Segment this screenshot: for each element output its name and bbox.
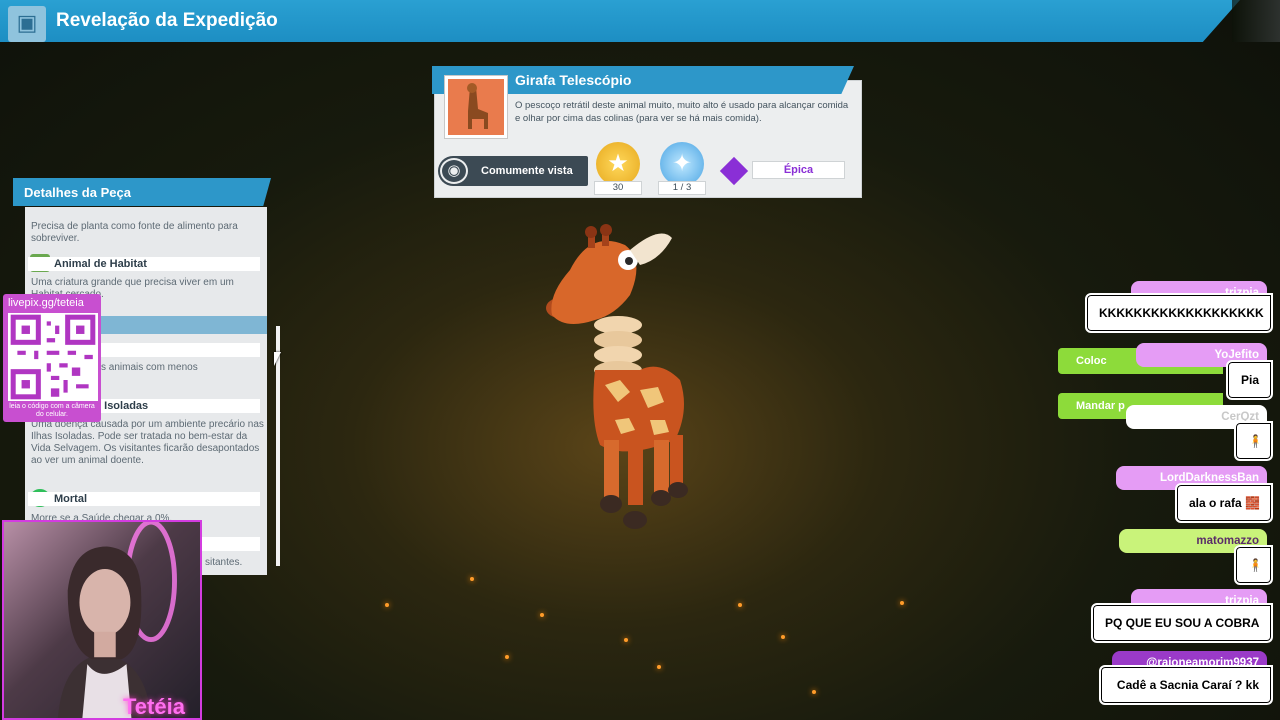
ember xyxy=(385,603,389,607)
chat-message: Pia xyxy=(1226,360,1273,400)
animal-portrait xyxy=(445,76,507,138)
ember xyxy=(470,577,474,581)
partial-text: s animais com menos xyxy=(101,362,198,373)
habitat-trait: Animal de Habitat xyxy=(28,257,260,271)
page-title: Revelação da Expedição xyxy=(56,10,278,31)
streamer-name: Tetéia xyxy=(123,694,185,719)
livepix-url: livepix.gg/teteia xyxy=(8,297,84,309)
sighting-label: Comumente vista xyxy=(481,165,573,177)
ember xyxy=(624,638,628,642)
ember xyxy=(540,613,544,617)
animal-name: Girafa Telescópio xyxy=(515,72,632,88)
mortal-trait: Mortal xyxy=(28,492,260,506)
plant-text: Precisa de planta como fonte de alimento… xyxy=(31,221,238,244)
research-value: 1 / 3 xyxy=(658,181,706,195)
giraffe-model[interactable] xyxy=(530,220,730,540)
qr-code xyxy=(8,313,98,401)
chat-message: KKKKKKKKKKKKKKKKKKK xyxy=(1085,293,1273,333)
star-value: 30 xyxy=(594,181,642,195)
top-right-flare xyxy=(1232,0,1280,42)
chat-message: Cadê a Sacnia Caraí ? kk xyxy=(1099,665,1273,705)
star-icon: ★ xyxy=(596,142,640,186)
chat-message: ala o rafa 🧱 xyxy=(1175,483,1273,523)
ember xyxy=(781,635,785,639)
ember xyxy=(738,603,742,607)
details-title: Detalhes da Peça xyxy=(24,185,131,200)
qr-caption: leia o código com a câmera do celular. xyxy=(9,403,95,418)
webcam-feed xyxy=(2,520,202,720)
chat-message: 🧍 xyxy=(1234,421,1273,461)
ember xyxy=(657,665,661,669)
mouse-cursor xyxy=(274,352,281,366)
lightbulb-icon: ✦ xyxy=(660,142,704,186)
chat-message: 🧍 xyxy=(1234,545,1273,585)
rarity-label: Épica xyxy=(752,161,845,179)
animal-description: O pescoço retrátil deste animal muito, m… xyxy=(515,100,849,124)
expedition-box-icon: ▣ xyxy=(8,6,46,42)
disease-text: Uma doença causada por um ambiente precá… xyxy=(31,419,264,466)
bottom-text: sitantes. xyxy=(205,557,243,568)
ember xyxy=(505,655,509,659)
eye-icon: ◉ xyxy=(440,158,468,184)
chat-message: PQ QUE EU SOU A COBRA xyxy=(1091,603,1273,643)
ember xyxy=(812,690,816,694)
ember xyxy=(900,601,904,605)
